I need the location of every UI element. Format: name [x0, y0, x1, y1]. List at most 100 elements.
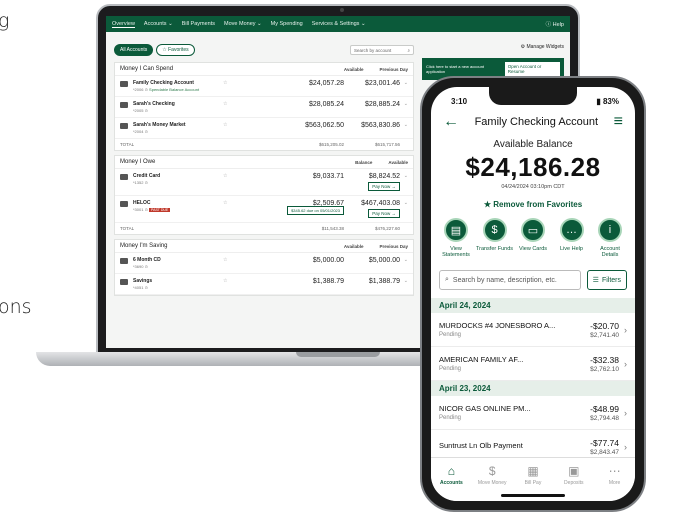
account-row[interactable]: HELOC *3001 ⊙ PAST DUE ☆ $2,509.67 $345.62…: [115, 196, 413, 223]
favorite-star-icon[interactable]: ☆: [223, 122, 243, 128]
money-transfer-icon: $: [488, 464, 496, 478]
favorite-star-icon[interactable]: ☆: [223, 257, 243, 263]
piggy-bank-icon: [120, 279, 128, 285]
bank-icon: ⌂: [447, 464, 456, 478]
section-title: Money I Owe: [120, 159, 156, 165]
cropped-text-line-2: ons: [0, 296, 32, 318]
account-number: *2006 ⊙: [133, 87, 148, 92]
transaction-status: Pending: [439, 415, 462, 421]
marketing-composite: g ons Overview Accounts ⌄ Bill Payments …: [0, 0, 676, 520]
filters-label: Filters: [601, 276, 621, 284]
nav-bill-payments[interactable]: Bill Payments: [182, 21, 215, 27]
account-number: *3690 ⊙: [133, 264, 148, 269]
account-search-input[interactable]: Search by account ⌕: [350, 45, 414, 55]
phone-screen: 3:10 ▮ 83% ← Family Checking Account ≡ A…: [431, 87, 635, 501]
manage-widgets-link[interactable]: ⚙ Manage Widgets: [422, 44, 564, 50]
col-header: Available: [343, 243, 364, 249]
available-value: $563,062.50: [305, 122, 344, 129]
account-row[interactable]: 6 Month CD *3690 ⊙ ☆ $5,000.00 $5,000.00 …: [115, 253, 413, 274]
tab-label: Accounts: [440, 480, 463, 486]
view-statements-action[interactable]: ▤ View Statements: [437, 218, 475, 258]
laptop-base-notch: [296, 352, 380, 357]
battery-indicator: ▮ 83%: [596, 97, 619, 106]
transaction-search-input[interactable]: ⌕ Search by name, description, etc.: [439, 270, 581, 290]
filters-button[interactable]: ☰ Filters: [586, 270, 627, 290]
chevron-down-icon[interactable]: ⌄: [400, 200, 408, 206]
account-row[interactable]: Sarah's Money Market *2004 ⊙ ☆ $563,062.5…: [115, 118, 413, 139]
action-label: Transfer Funds: [475, 246, 514, 252]
help-link[interactable]: ⓘ Help: [546, 20, 564, 28]
nav-move-money[interactable]: Move Money ⌄: [224, 21, 262, 27]
favorite-star-icon[interactable]: ☆: [223, 173, 243, 179]
nav-my-spending[interactable]: My Spending: [271, 21, 303, 27]
action-label: Live Help: [560, 246, 583, 252]
account-name: Savings: [133, 278, 153, 284]
more-icon: ⋯: [608, 464, 621, 478]
col-header: Previous Day: [379, 243, 408, 249]
account-details-action[interactable]: i Account Details: [591, 218, 629, 258]
account-number: *2005 ⊙: [133, 108, 148, 113]
available-balance: $24,186.28: [465, 152, 601, 182]
nav-overview[interactable]: Overview: [112, 21, 135, 28]
available-value: $1,388.79: [312, 278, 344, 285]
pay-now-button[interactable]: Pay Now →: [368, 182, 400, 191]
tab-label: Deposits: [564, 480, 584, 486]
home-indicator: [501, 494, 565, 497]
remove-favorite-button[interactable]: ★ Remove from Favorites: [431, 200, 635, 209]
account-name: Credit Card: [133, 173, 161, 179]
transfer-funds-action[interactable]: $ Transfer Funds: [476, 218, 514, 258]
section-title: Money I'm Saving: [120, 243, 168, 249]
transaction-row[interactable]: NICOR GAS ONLINE PM... Pending -$48.99 $…: [431, 396, 635, 430]
previous-day-value: $563,830.86: [361, 122, 400, 129]
tab-more[interactable]: ⋯ More: [596, 464, 634, 501]
total-previous: $615,717.56: [374, 142, 400, 147]
account-row[interactable]: Sarah's Checking *2005 ⊙ ☆ $28,085.24 $28…: [115, 97, 413, 118]
cropped-text-line-1: g: [0, 10, 10, 32]
chevron-down-icon[interactable]: ⌄: [400, 101, 408, 107]
running-balance: $2,762.10: [590, 365, 619, 373]
certificate-icon: [120, 258, 128, 264]
menu-icon[interactable]: ≡: [614, 113, 623, 131]
running-balance: $2,741.40: [590, 331, 619, 339]
account-number: *1352 ⊙: [133, 180, 148, 185]
col-header: Available: [388, 159, 408, 165]
account-row[interactable]: Credit Card *1352 ⊙ ☆ $9,033.71 $8,824.52…: [115, 169, 413, 196]
screen-title: Family Checking Account: [474, 116, 599, 128]
chevron-down-icon[interactable]: ⌄: [400, 173, 408, 179]
tab-accounts[interactable]: ⌂ Accounts: [432, 464, 470, 501]
live-help-action[interactable]: … Live Help: [553, 218, 591, 258]
account-row[interactable]: Savings *4051 ⊙ ☆ $1,388.79 $1,388.79 ⌄: [115, 274, 413, 295]
status-time: 3:10: [451, 97, 468, 106]
total-balance: $11,543.38: [321, 226, 344, 231]
previous-day-value: $28,885.24: [364, 101, 400, 108]
chevron-down-icon[interactable]: ⌄: [400, 278, 408, 284]
chevron-down-icon[interactable]: ⌄: [400, 122, 408, 128]
transaction-amount: -$20.70: [590, 320, 619, 331]
running-balance: $2,843.47: [590, 448, 619, 456]
favorites-pill[interactable]: ☆ Favorites: [156, 44, 195, 56]
favorite-star-icon[interactable]: ☆: [223, 101, 243, 107]
chevron-down-icon[interactable]: ⌄: [400, 257, 408, 263]
transaction-description: NICOR GAS ONLINE PM...: [439, 404, 531, 413]
transaction-row[interactable]: MURDOCKS #4 JONESBORO A... Pending -$20.…: [431, 313, 635, 347]
transaction-row[interactable]: AMERICAN FAMILY AF... Pending -$32.38 $2…: [431, 347, 635, 381]
open-account-button[interactable]: Open Account or Resume: [504, 62, 560, 76]
favorite-star-icon[interactable]: ☆: [223, 200, 243, 206]
pay-now-button[interactable]: Pay Now →: [368, 209, 400, 218]
favorite-star-icon[interactable]: ☆: [223, 80, 243, 86]
favorite-star-icon[interactable]: ☆: [223, 278, 243, 284]
view-cards-action[interactable]: ▭ View Cards: [514, 218, 552, 258]
nav-accounts[interactable]: Accounts ⌄: [144, 21, 173, 27]
all-accounts-pill[interactable]: All Accounts: [114, 44, 154, 56]
total-label: TOTAL: [120, 226, 135, 231]
chevron-right-icon: ›: [624, 358, 627, 369]
account-row[interactable]: Family Checking Account *2006 ⊙ Spendable…: [115, 76, 413, 97]
back-arrow-icon[interactable]: ←: [443, 113, 459, 131]
account-search-placeholder: Search by account: [354, 47, 392, 53]
nav-services-settings[interactable]: Services & Settings ⌄: [312, 21, 366, 27]
bottom-tab-bar: ⌂ Accounts $ Move Money ▦ Bill Pay ▣ Dep…: [431, 457, 635, 501]
totals-row: TOTAL $11,543.38 $476,227.60: [115, 223, 413, 234]
spendable-tag: Spendable Balance Account: [149, 87, 200, 92]
available-value: $467,403.08: [361, 200, 400, 207]
chevron-down-icon[interactable]: ⌄: [400, 80, 408, 86]
